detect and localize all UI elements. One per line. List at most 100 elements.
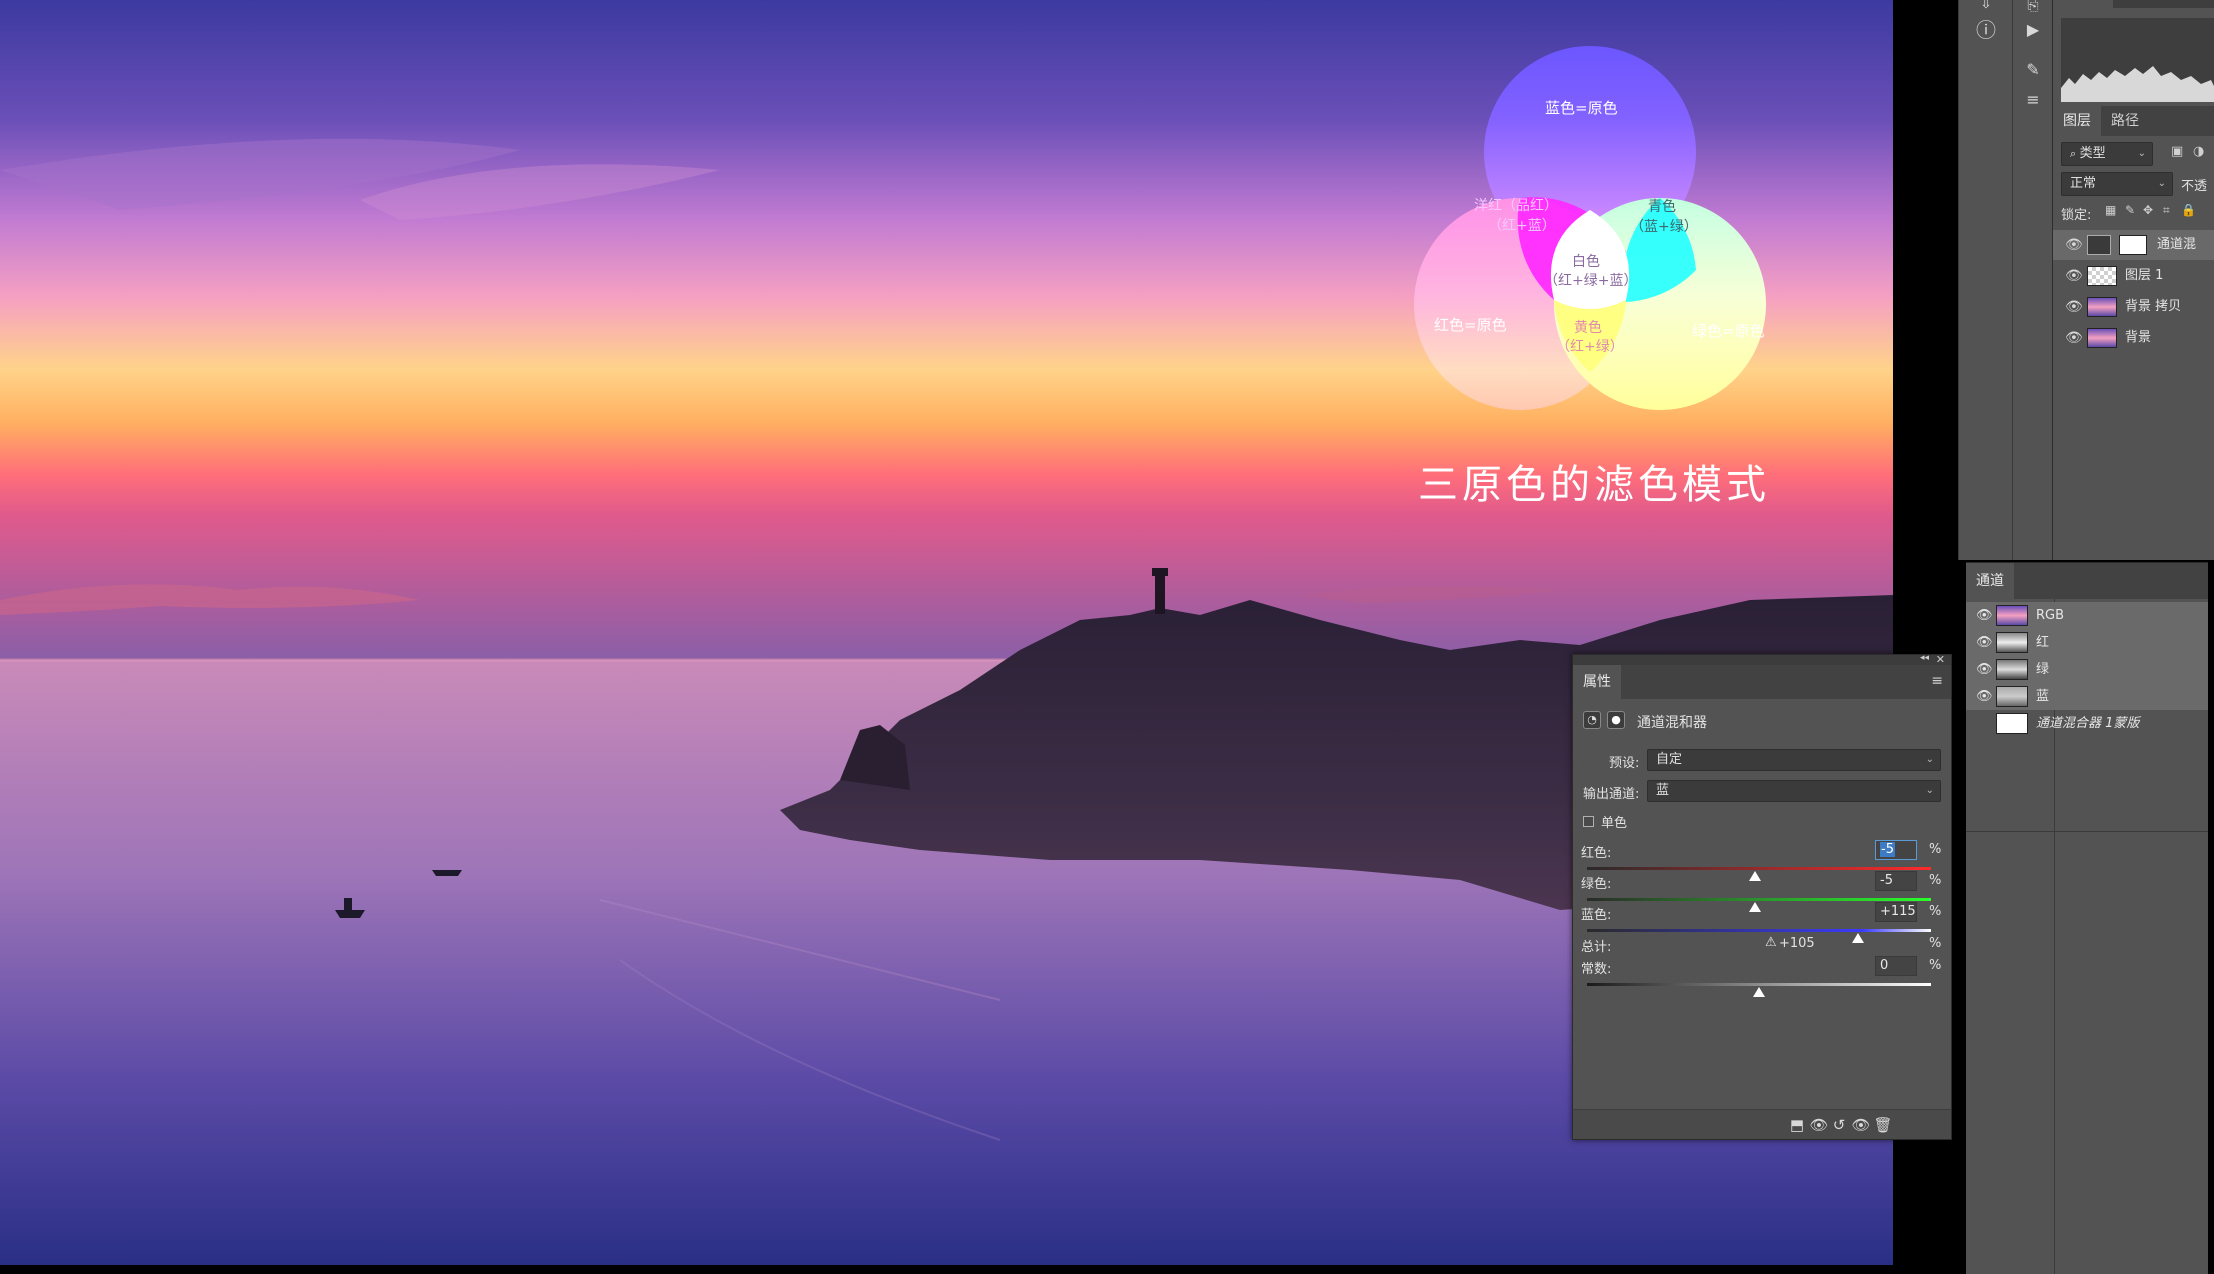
venn-label-white-1: 白色 bbox=[1572, 254, 1600, 270]
mask-icon[interactable]: ● bbox=[1607, 711, 1625, 729]
eye-icon[interactable]: 👁 bbox=[2065, 323, 2083, 353]
venn-label-cyan-2: （蓝+绿） bbox=[1630, 219, 1698, 235]
eye-icon[interactable]: 👁 bbox=[1976, 629, 1993, 656]
layer-row[interactable]: 👁 通道混 bbox=[2053, 230, 2214, 260]
blend-mode-value: 正常 bbox=[2070, 176, 2097, 191]
channel-row[interactable]: 👁 红 bbox=[1966, 629, 2214, 656]
warning-icon: ⚠ bbox=[1765, 935, 1777, 950]
filter-pixel-icon[interactable]: ▣ bbox=[2171, 144, 2183, 159]
lock-label: 锁定: bbox=[2061, 208, 2092, 223]
histogram-header bbox=[2113, 0, 2214, 8]
clip-to-layer-icon[interactable]: ⬒ bbox=[1787, 1116, 1807, 1134]
monochrome-checkbox[interactable] bbox=[1583, 816, 1594, 827]
layer-thumb-photo bbox=[2087, 328, 2117, 348]
chevron-down-icon: ⌄ bbox=[2157, 178, 2166, 189]
green-slider-thumb[interactable] bbox=[1748, 902, 1761, 912]
layer-row[interactable]: 👁 背景 bbox=[2053, 323, 2214, 353]
visibility-icon[interactable]: 👁 bbox=[1851, 1116, 1871, 1134]
trash-icon[interactable]: 🗑 bbox=[1873, 1116, 1893, 1134]
channel-thumb-mask bbox=[1996, 713, 2028, 734]
play-icon[interactable]: ▶ bbox=[2019, 16, 2047, 44]
channel-name: 绿 bbox=[2036, 662, 2050, 677]
channel-row[interactable]: 👁 绿 bbox=[1966, 656, 2214, 683]
panel-menu-icon[interactable]: ≡ bbox=[1931, 673, 1943, 689]
properties-panel: ◂◂ ✕ 属性 ≡ ◔ ● 通道混和器 预设: 自定 ⌄ 输出通道: 蓝 ⌄ 单色 … bbox=[1572, 653, 1952, 1140]
window-edge bbox=[2208, 560, 2214, 1274]
layer-thumb-transparent bbox=[2087, 266, 2117, 286]
layer-filter-value: 类型 bbox=[2079, 146, 2106, 161]
channel-name: 通道混合器 1蒙版 bbox=[2036, 716, 2140, 731]
eye-icon[interactable]: 👁 bbox=[2065, 230, 2083, 260]
brush-settings-icon[interactable]: ✎ bbox=[2019, 56, 2047, 84]
eye-icon[interactable]: 👁 bbox=[1976, 656, 1993, 683]
constant-label: 常数: bbox=[1581, 962, 1612, 977]
channel-row[interactable]: 👁 RGB bbox=[1966, 602, 2214, 629]
constant-value-input[interactable]: 0 bbox=[1875, 956, 1917, 976]
panel-icon-strip-2: ⎘ ▶ ✎ ≡ bbox=[2012, 0, 2052, 560]
output-channel-dropdown[interactable]: 蓝 ⌄ bbox=[1647, 780, 1941, 802]
layer-filter-dropdown[interactable]: ⌕ 类型 ⌄ bbox=[2061, 142, 2153, 166]
channel-name: 红 bbox=[2036, 635, 2050, 650]
adjustment-name: 通道混和器 bbox=[1637, 715, 1707, 731]
channel-row[interactable]: 通道混合器 1蒙版 bbox=[1966, 710, 2214, 737]
lock-artboard-icon[interactable]: ⌗ bbox=[2163, 203, 2170, 218]
red-value: -5 bbox=[1880, 842, 1895, 857]
history-icon[interactable]: ⇩ bbox=[1972, 0, 2000, 18]
lock-brush-icon[interactable]: ✎ bbox=[2125, 203, 2135, 217]
venn-label-blue: 蓝色=原色 bbox=[1545, 99, 1618, 117]
panel-title-bar[interactable]: ◂◂ ✕ bbox=[1573, 653, 1951, 666]
panel-divider bbox=[1966, 831, 2214, 832]
tab-channels[interactable]: 通道 bbox=[1966, 563, 2014, 599]
filter-adjustment-icon[interactable]: ◑ bbox=[2193, 144, 2204, 159]
info-icon[interactable]: ⓘ bbox=[1972, 16, 2000, 44]
lock-transparent-icon[interactable]: ▦ bbox=[2105, 203, 2116, 217]
constant-slider-thumb[interactable] bbox=[1753, 987, 1765, 997]
sliders-icon[interactable]: ≡ bbox=[2019, 86, 2047, 114]
blend-mode-dropdown[interactable]: 正常 ⌄ bbox=[2061, 172, 2173, 196]
blue-value-input[interactable]: +115 bbox=[1875, 902, 1917, 922]
view-previous-icon[interactable]: 👁 bbox=[1809, 1116, 1829, 1134]
venn-label-red: 红色=原色 bbox=[1434, 316, 1507, 334]
blue-slider-thumb[interactable] bbox=[1851, 933, 1864, 943]
venn-label-yellow-2: （红+绿） bbox=[1556, 339, 1624, 355]
channel-thumb bbox=[1996, 605, 2028, 626]
tab-properties[interactable]: 属性 bbox=[1573, 665, 1621, 699]
total-value: +105 bbox=[1779, 936, 1815, 951]
blue-slider-track[interactable] bbox=[1587, 929, 1931, 932]
channel-thumb bbox=[1996, 632, 2028, 653]
tab-paths[interactable]: 路径 bbox=[2101, 106, 2149, 136]
channel-row[interactable]: 👁 蓝 bbox=[1966, 683, 2214, 710]
reset-icon[interactable]: ↺ bbox=[1829, 1116, 1849, 1134]
layer-row[interactable]: 👁 图层 1 bbox=[2053, 261, 2214, 291]
total-label: 总计: bbox=[1581, 940, 1612, 955]
collapse-icon[interactable]: ◂◂ bbox=[1920, 653, 1929, 663]
eye-icon[interactable]: 👁 bbox=[1976, 683, 1993, 710]
preset-value: 自定 bbox=[1656, 752, 1683, 767]
green-slider-track[interactable] bbox=[1587, 898, 1931, 901]
chevron-down-icon: ⌄ bbox=[1925, 785, 1934, 796]
eye-icon[interactable]: 👁 bbox=[2065, 292, 2083, 322]
channel-name: RGB bbox=[2036, 608, 2065, 623]
properties-tabbar: 属性 ≡ bbox=[1573, 665, 1951, 699]
constant-slider-track[interactable] bbox=[1587, 983, 1931, 986]
red-value-input[interactable]: -5 bbox=[1875, 840, 1917, 860]
green-value-input[interactable]: -5 bbox=[1875, 871, 1917, 891]
search-icon: ⌕ bbox=[2070, 147, 2080, 160]
opacity-label: 不透 bbox=[2181, 179, 2208, 194]
lock-all-icon[interactable]: 🔒 bbox=[2181, 203, 2196, 217]
eye-icon[interactable]: 👁 bbox=[2065, 261, 2083, 291]
venn-label-white-2: （红+绿+蓝） bbox=[1544, 273, 1638, 289]
percent-sign: % bbox=[1929, 842, 1942, 857]
red-slider-track[interactable] bbox=[1587, 867, 1931, 870]
tab-layers[interactable]: 图层 bbox=[2053, 106, 2101, 136]
layer-row[interactable]: 👁 背景 拷贝 bbox=[2053, 292, 2214, 322]
lock-move-icon[interactable]: ✥ bbox=[2143, 203, 2153, 217]
eye-icon[interactable]: 👁 bbox=[1976, 602, 1993, 629]
layer-thumb-photo bbox=[2087, 297, 2117, 317]
preset-dropdown[interactable]: 自定 ⌄ bbox=[1647, 749, 1941, 771]
channel-thumb bbox=[1996, 659, 2028, 680]
red-slider-thumb[interactable] bbox=[1748, 871, 1761, 881]
chevron-down-icon: ⌄ bbox=[1925, 754, 1934, 765]
layer-mask-thumb bbox=[2119, 235, 2147, 255]
green-label: 绿色: bbox=[1581, 877, 1612, 892]
